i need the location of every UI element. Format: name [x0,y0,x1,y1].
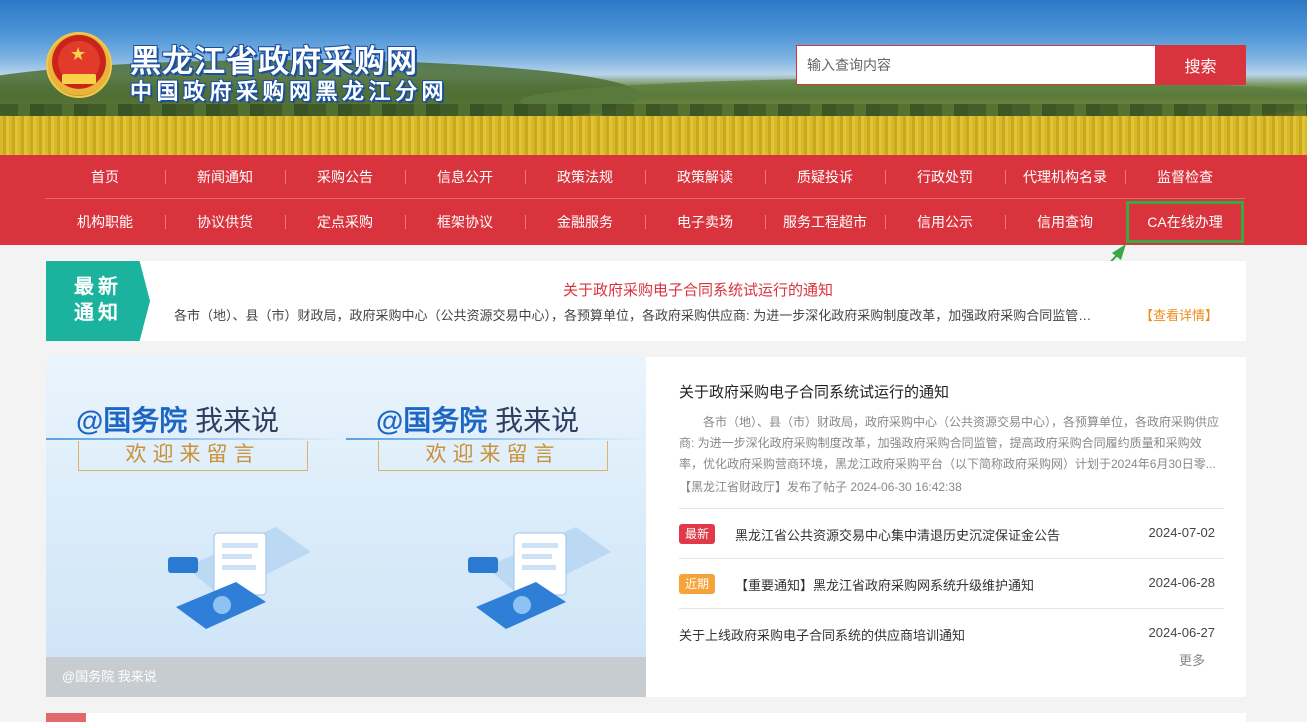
news-summary: 各市（地）、县（市）财政局，政府采购中心（公共资源交易中心），各预算单位，各政府… [679,415,1220,471]
news-item-title: 黑龙江省公共资源交易中心集中清退历史沉淀保证金公告 [735,528,1061,543]
news-item-date: 2024-06-28 [1148,575,1216,590]
nav-row-1: 首页 新闻通知 采购公告 信息公开 政策法规 政策解读 质疑投诉 行政处罚 代理… [45,155,1245,199]
banner-field [0,116,1307,155]
latest-notice-tag: 最新 通知 [46,261,150,341]
phone-illustration-icon [468,527,611,629]
news-headline-link[interactable]: 关于政府采购电子合同系统试运行的通知 [679,381,949,402]
news-panel: 关于政府采购电子合同系统试运行的通知 各市（地）、县（市）财政局，政府采购中心（… [679,357,1224,697]
search-button[interactable]: 搜索 [1155,45,1246,85]
notice-body: 各市（地）、县（市）财政局，政府采购中心（公共资源交易中心），各预算单位，各政府… [174,308,1104,323]
nav-item-info-disclosure[interactable]: 信息公开 [405,155,525,199]
news-more-link[interactable]: 更多 [1179,650,1205,669]
next-section-tab [46,713,86,722]
nav-item-home[interactable]: 首页 [45,155,165,199]
news-list-item[interactable]: 关于上线政府采购电子合同系统的供应商培训通知 2024-06-27 [679,608,1224,658]
image-slider[interactable]: @国务院 我来说 欢迎来留言 @国务院 我来说 欢迎来留言 @国务院 我来说 [46,357,646,697]
next-section-strip [86,713,1246,722]
nav-item-functions[interactable]: 机构职能 [45,200,165,244]
nav-item-policies[interactable]: 政策法规 [525,155,645,199]
nav-item-agency-list[interactable]: 代理机构名录 [1005,155,1125,199]
slide-subtitle: 欢迎来留言 [78,441,308,471]
nav-item-service-market[interactable]: 服务工程超市 [765,200,885,244]
nav-item-credit-disclosure[interactable]: 信用公示 [885,200,1005,244]
nav-item-penalties[interactable]: 行政处罚 [885,155,1005,199]
notice-more-link[interactable]: 【查看详情】 [1140,305,1218,324]
nav-item-complaints[interactable]: 质疑投诉 [765,155,885,199]
nav-item-financial-services[interactable]: 金融服务 [525,200,645,244]
site-subtitle: 中国政府采购网黑龙江分网 [130,79,449,104]
news-badge-recent: 近期 [679,574,716,594]
news-item-date: 2024-07-02 [1148,525,1216,540]
search-input[interactable] [796,45,1156,85]
news-meta: 【黑龙江省财政厅】发布了帖子 2024-06-30 16:42:38 [679,480,962,494]
nav-item-ca-online[interactable]: CA在线办理 [1125,200,1245,244]
nav-item-procurement-notice[interactable]: 采购公告 [285,155,405,199]
news-item-title: 【重要通知】黑龙江省政府采购网系统升级维护通知 [735,578,1035,593]
main-nav: 首页 新闻通知 采购公告 信息公开 政策法规 政策解读 质疑投诉 行政处罚 代理… [0,155,1307,245]
news-list: 最新 黑龙江省公共资源交易中心集中清退历史沉淀保证金公告 2024-07-02 … [679,508,1224,658]
phone-illustration-icon [168,527,311,629]
slide-subtitle: 欢迎来留言 [378,441,608,471]
slide-image: @国务院 我来说 欢迎来留言 [346,357,646,657]
slide-image: @国务院 我来说 欢迎来留言 [46,357,346,657]
slide-title: @国务院 我来说 [76,405,280,436]
nav-item-credit-query[interactable]: 信用查询 [1005,200,1125,244]
latest-notice-bar: 最新 通知 关于政府采购电子合同系统试运行的通知 各市（地）、县（市）财政局，政… [46,261,1246,341]
news-item-date: 2024-06-27 [1148,625,1216,640]
nav-row-2: 机构职能 协议供货 定点采购 框架协议 金融服务 电子卖场 服务工程超市 信用公… [45,200,1245,244]
nav-item-framework-agreement[interactable]: 框架协议 [405,200,525,244]
slide-title: @国务院 我来说 [376,405,580,436]
nav-item-designated-procurement[interactable]: 定点采购 [285,200,405,244]
news-item-title: 关于上线政府采购电子合同系统的供应商培训通知 [679,628,966,643]
news-list-item[interactable]: 近期 【重要通知】黑龙江省政府采购网系统升级维护通知 2024-06-28 [679,558,1224,608]
main-content: @国务院 我来说 欢迎来留言 @国务院 我来说 欢迎来留言 @国务院 我来说 关… [46,357,1246,697]
news-list-item[interactable]: 最新 黑龙江省公共资源交易中心集中清退历史沉淀保证金公告 2024-07-02 [679,508,1224,558]
notice-title-link[interactable]: 关于政府采购电子合同系统试运行的通知 [150,279,1246,300]
national-emblem-icon: ★ [46,32,112,98]
nav-item-policy-interpretation[interactable]: 政策解读 [645,155,765,199]
nav-item-news[interactable]: 新闻通知 [165,155,285,199]
news-badge-latest: 最新 [679,524,716,544]
nav-item-agreement-supply[interactable]: 协议供货 [165,200,285,244]
nav-item-e-mall[interactable]: 电子卖场 [645,200,765,244]
nav-item-supervision[interactable]: 监督检查 [1125,155,1245,199]
slide-caption: @国务院 我来说 [46,657,646,697]
